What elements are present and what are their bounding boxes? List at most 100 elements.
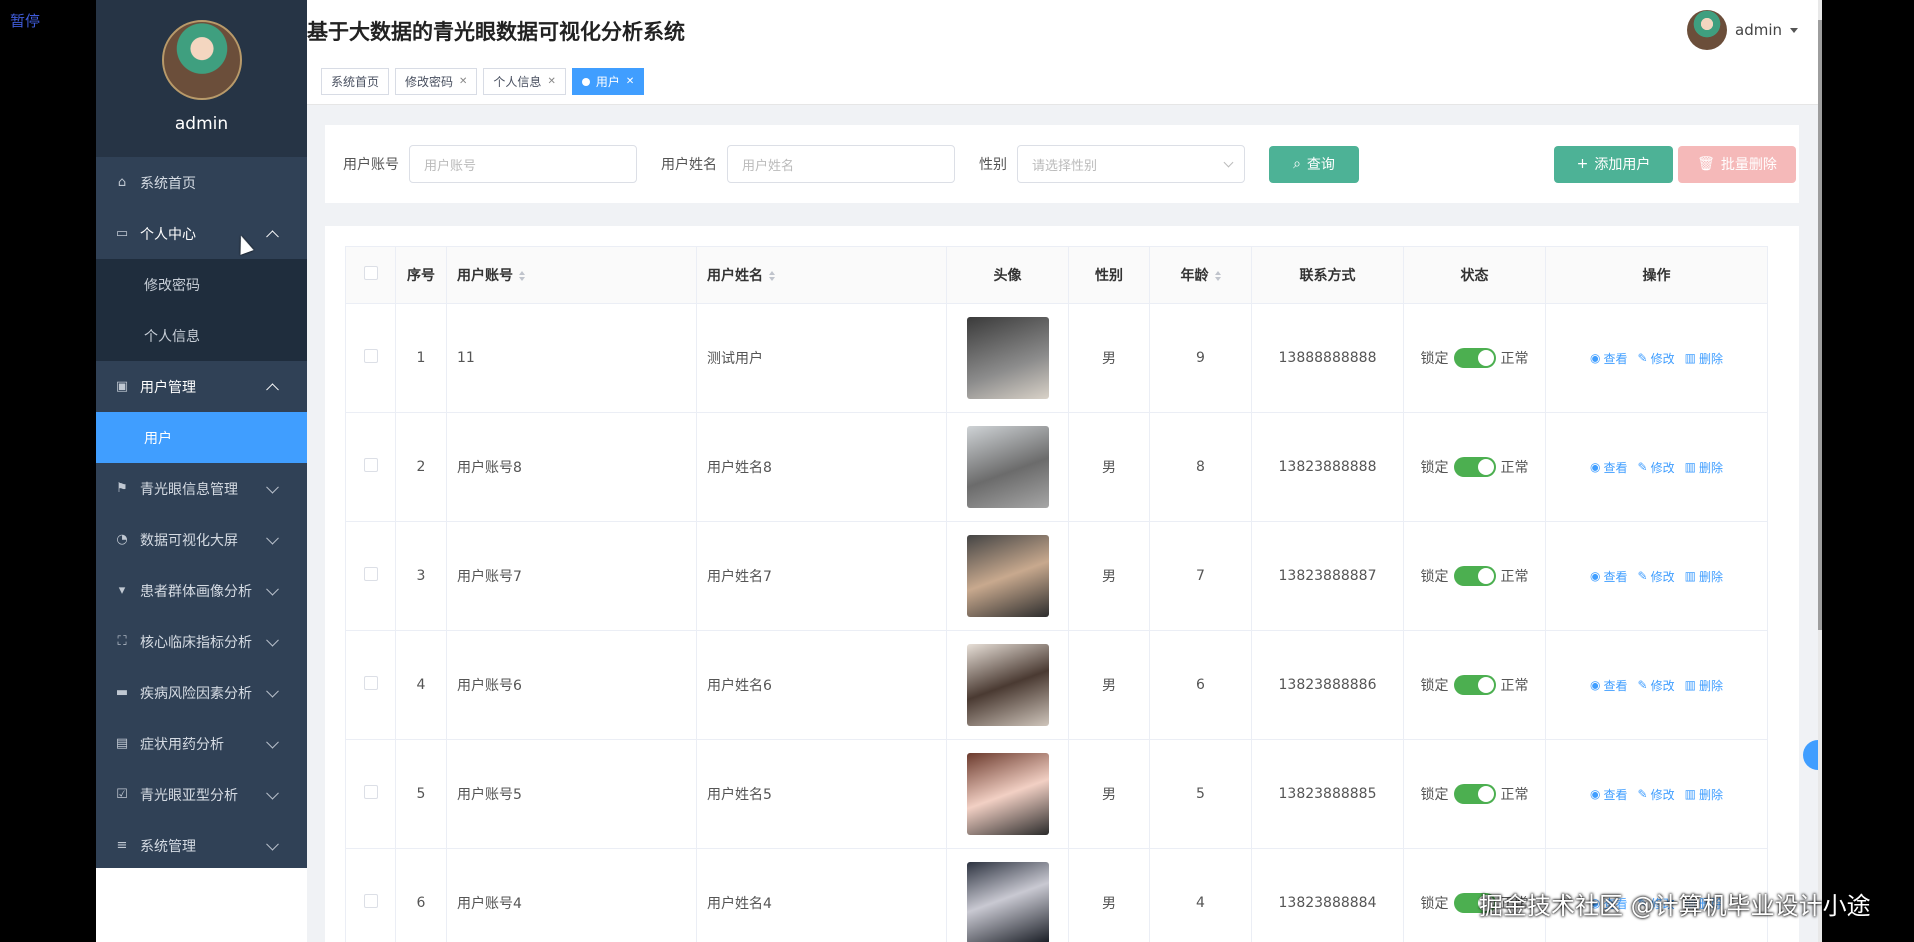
sidebar-item-patient-profile[interactable]: ▾ 患者群体画像分析	[96, 565, 307, 616]
view-button[interactable]: ◉ 查看	[1590, 677, 1628, 694]
name-search-input[interactable]: 用户姓名	[727, 145, 955, 183]
status-switch[interactable]: 锁定 正常	[1421, 784, 1529, 804]
row-checkbox[interactable]	[363, 785, 378, 799]
edit-button[interactable]: ✎ 修改	[1638, 568, 1675, 585]
status-switch[interactable]: 锁定 正常	[1421, 675, 1529, 695]
status-switch[interactable]: 锁定 正常	[1421, 348, 1529, 368]
monitor-icon: ▬	[115, 685, 129, 700]
sort-icon[interactable]	[1214, 271, 1221, 281]
caret-down-icon	[1790, 27, 1798, 33]
add-user-button[interactable]: + 添加用户	[1554, 145, 1673, 183]
sort-icon[interactable]	[769, 271, 775, 281]
row-select-cell[interactable]	[345, 739, 396, 849]
sidebar-item-symptom-medication[interactable]: ▤ 症状用药分析	[96, 718, 307, 769]
status-switch[interactable]: 锁定 正常	[1421, 566, 1529, 586]
sort-icon[interactable]	[519, 271, 525, 281]
tab-home[interactable]: 系统首页	[321, 68, 390, 95]
sidebar-item-user-management[interactable]: ▣ 用户管理	[96, 361, 307, 412]
user-avatar-image[interactable]	[966, 317, 1049, 399]
sidebar-item-personal-center[interactable]: ▭ 个人中心	[96, 208, 307, 259]
row-checkbox[interactable]	[363, 458, 378, 472]
row-checkbox[interactable]	[363, 349, 378, 363]
column-header-account[interactable]: 用户账号	[446, 246, 697, 304]
sidebar-item-change-password[interactable]: 修改密码	[96, 259, 307, 310]
close-icon[interactable]: ✕	[626, 76, 634, 87]
sidebar-item-personal-info[interactable]: 个人信息	[96, 310, 307, 361]
close-icon[interactable]: ✕	[459, 76, 467, 87]
row-select-cell[interactable]	[345, 630, 396, 740]
user-avatar-image[interactable]	[966, 862, 1049, 942]
sidebar-item-subtype-analysis[interactable]: ☑ 青光眼亚型分析	[96, 769, 307, 820]
tab-change-password[interactable]: 修改密码 ✕	[395, 68, 478, 95]
delete-button[interactable]: ▥ 删除	[1685, 459, 1723, 476]
sidebar-item-system-management[interactable]: ≡ 系统管理	[96, 820, 307, 871]
age-cell: 7	[1149, 521, 1252, 631]
column-header-status: 状态	[1403, 246, 1546, 304]
clipboard-icon: ▣	[115, 379, 129, 394]
delete-button[interactable]: ▥ 删除	[1685, 350, 1723, 367]
sidebar-item-risk-factors[interactable]: ▬ 疾病风险因素分析	[96, 667, 307, 718]
view-button[interactable]: ◉ 查看	[1590, 350, 1628, 367]
edit-button[interactable]: ✎ 修改	[1638, 350, 1675, 367]
row-select-cell[interactable]	[345, 303, 396, 413]
user-avatar-image[interactable]	[966, 535, 1049, 617]
status-toggle[interactable]	[1453, 457, 1496, 477]
delete-button[interactable]: ▥ 删除	[1685, 568, 1723, 585]
edit-button[interactable]: ✎ 修改	[1638, 459, 1675, 476]
user-avatar-image[interactable]	[966, 753, 1049, 835]
edit-button[interactable]: ✎ 修改	[1638, 677, 1675, 694]
view-button[interactable]: ◉ 查看	[1590, 568, 1628, 585]
tab-label: 系统首页	[331, 75, 380, 89]
view-button[interactable]: ◉ 查看	[1590, 459, 1628, 476]
actions-cell: ◉ 查看 ✎ 修改 ▥ 删除	[1545, 630, 1768, 740]
batch-delete-button[interactable]: 🗑 批量删除	[1678, 145, 1796, 183]
account-search-input[interactable]: 用户账号	[409, 145, 637, 183]
status-toggle[interactable]	[1453, 784, 1496, 804]
status-cell: 锁定 正常	[1403, 521, 1546, 631]
account-label: 用户账号	[343, 157, 399, 173]
chevron-down-icon	[266, 684, 279, 698]
row-checkbox[interactable]	[363, 676, 378, 690]
browser-scrollbar[interactable]	[1818, 0, 1914, 942]
status-toggle[interactable]	[1453, 348, 1496, 368]
sidebar-item-dashboard[interactable]: ◔ 数据可视化大屏	[96, 514, 307, 565]
column-header-actions: 操作	[1545, 246, 1768, 304]
user-menu[interactable]: admin	[1687, 10, 1798, 50]
edit-button[interactable]: ✎ 修改	[1638, 786, 1675, 803]
row-actions: ◉ 查看 ✎ 修改 ▥ 删除	[1590, 350, 1723, 367]
query-button[interactable]: ⌕ 查询	[1269, 145, 1359, 183]
sidebar-item-glaucoma-info[interactable]: ⚑ 青光眼信息管理	[96, 463, 307, 514]
row-select-cell[interactable]	[345, 412, 396, 522]
row-select-cell[interactable]	[345, 521, 396, 631]
status-switch[interactable]: 锁定 正常	[1421, 457, 1529, 477]
status-toggle[interactable]	[1453, 675, 1496, 695]
column-header-gender: 性别	[1068, 246, 1150, 304]
sidebar-item-clinical-indicators[interactable]: ⛶ 核心临床指标分析	[96, 616, 307, 667]
row-select-cell[interactable]	[345, 848, 396, 942]
avatar-cell	[946, 630, 1069, 740]
account-cell: 用户账号7	[446, 521, 697, 631]
user-avatar-image[interactable]	[966, 426, 1049, 508]
eye-icon: ◉	[1590, 787, 1601, 801]
view-button[interactable]: ◉ 查看	[1590, 786, 1628, 803]
sidebar-item-home[interactable]: ⌂ 系统首页	[96, 157, 307, 208]
phone-cell: 13823888888	[1251, 412, 1404, 522]
scrollbar-thumb[interactable]	[1818, 20, 1822, 630]
row-checkbox[interactable]	[363, 567, 378, 581]
row-checkbox[interactable]	[363, 894, 378, 908]
gender-select[interactable]: 请选择性别	[1017, 145, 1245, 183]
select-all-checkbox[interactable]	[363, 266, 378, 280]
column-header-name[interactable]: 用户姓名	[696, 246, 947, 304]
delete-button[interactable]: ▥ 删除	[1685, 677, 1723, 694]
table-row: 4 用户账号6 用户姓名6 男 6 13823888886 锁定 正常 ◉ 查看 ✎ 修改 ▥ 删除	[345, 630, 1768, 740]
user-avatar-image[interactable]	[966, 644, 1049, 726]
status-toggle[interactable]	[1453, 566, 1496, 586]
sidebar-item-users[interactable]: 用户	[96, 412, 307, 463]
tab-personal-info[interactable]: 个人信息 ✕	[483, 68, 566, 95]
delete-button[interactable]: ▥ 删除	[1685, 786, 1723, 803]
tab-users[interactable]: 用户 ✕	[571, 68, 645, 95]
column-header-age[interactable]: 年龄	[1149, 246, 1252, 304]
gender-cell: 男	[1068, 412, 1150, 522]
close-icon[interactable]: ✕	[547, 76, 555, 87]
select-all-header[interactable]	[345, 246, 396, 304]
